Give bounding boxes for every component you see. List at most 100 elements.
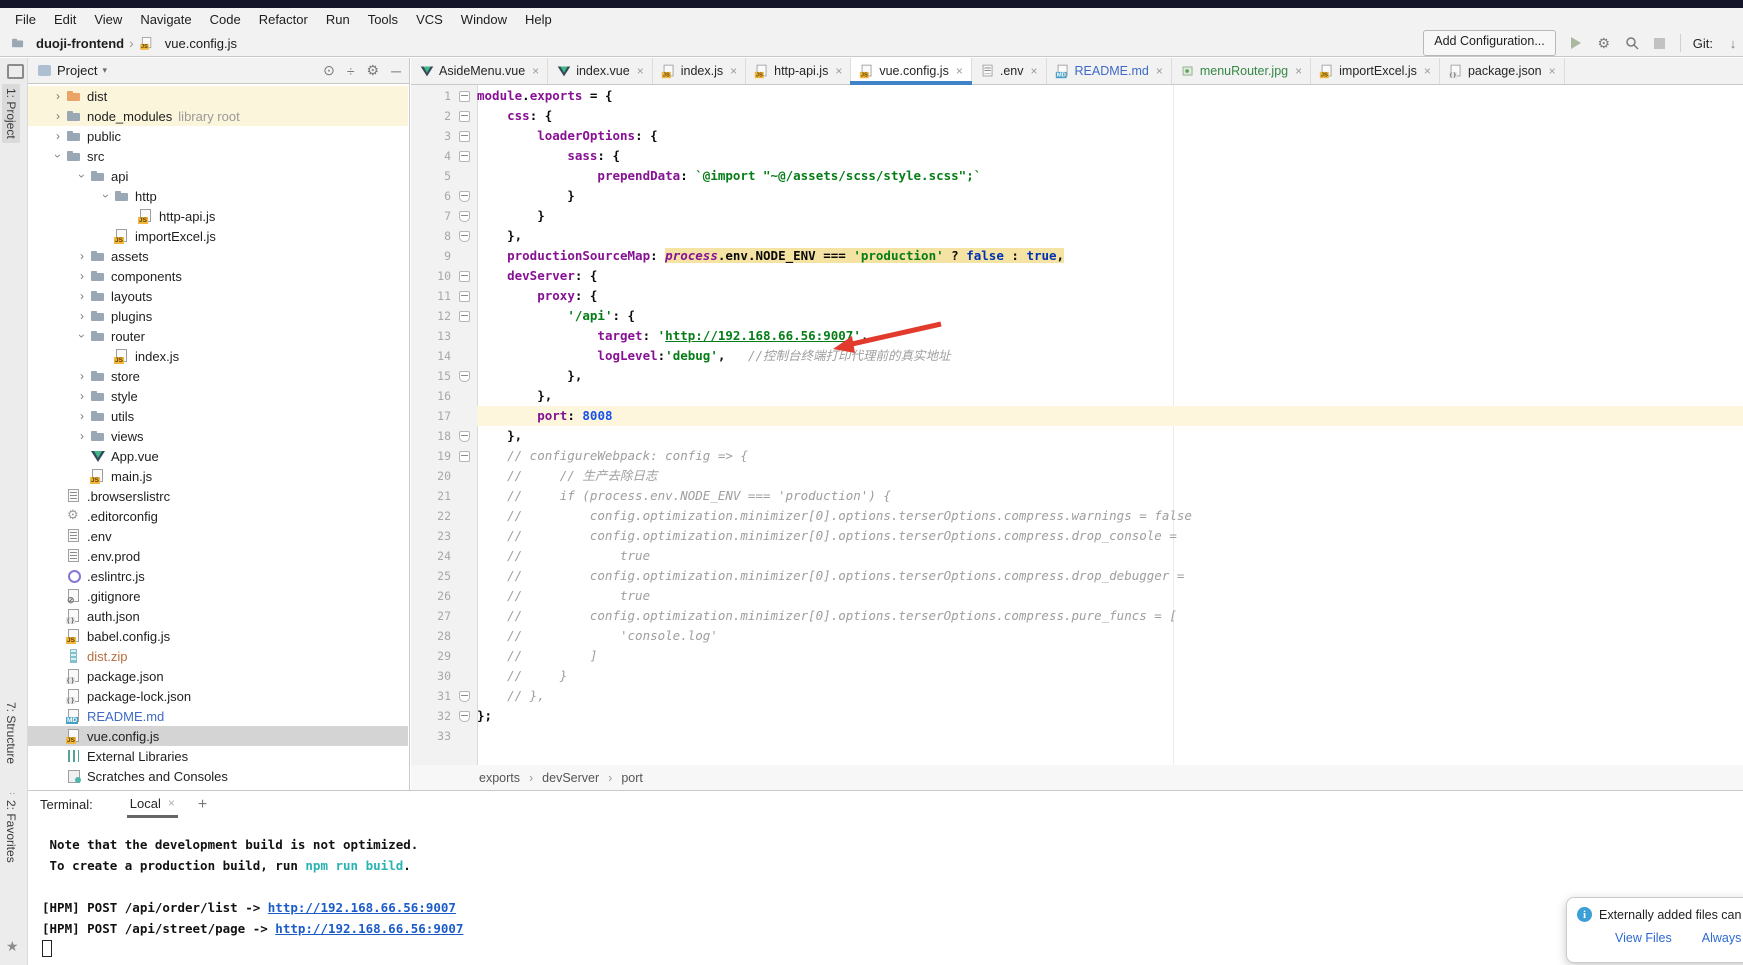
star-icon[interactable]: ★	[6, 938, 19, 955]
close-icon[interactable]: ×	[730, 64, 737, 78]
tab-index-js[interactable]: index.js×	[653, 58, 746, 84]
tree-item-assets[interactable]: ›assets	[28, 246, 408, 266]
close-icon[interactable]: ×	[1156, 64, 1163, 78]
fold-marker[interactable]	[451, 106, 477, 126]
code-line[interactable]: 19 // configureWebpack: config => {	[411, 446, 1743, 466]
code-line[interactable]: 16 },	[411, 386, 1743, 406]
code-line[interactable]: 26 // true	[411, 586, 1743, 606]
tree-item--env[interactable]: .env	[28, 526, 408, 546]
stripe-project-button[interactable]: 1: Project	[2, 84, 20, 143]
tree-item-importexcel-js[interactable]: importExcel.js	[28, 226, 408, 246]
tree-item-readme-md[interactable]: README.md	[28, 706, 408, 726]
fold-marker[interactable]	[451, 306, 477, 326]
menu-item-edit[interactable]: Edit	[45, 10, 85, 29]
tree-item-package-json[interactable]: package.json	[28, 666, 408, 686]
code-line[interactable]: 28 // 'console.log'	[411, 626, 1743, 646]
project-panel-title[interactable]: Project	[57, 63, 97, 78]
menu-item-tools[interactable]: Tools	[359, 10, 407, 29]
breadcrumb-project[interactable]: duoji-frontend	[36, 36, 124, 51]
chevron-right-icon[interactable]: ›	[74, 310, 90, 322]
tree-item-index-js[interactable]: index.js	[28, 346, 408, 366]
terminal-title[interactable]: Terminal:	[40, 797, 93, 812]
code-line[interactable]: 15 },	[411, 366, 1743, 386]
close-icon[interactable]: ×	[1030, 64, 1037, 78]
tree-item-vue-config-js[interactable]: vue.config.js	[28, 726, 408, 746]
collapse-all-icon[interactable]: ÷	[347, 63, 355, 79]
tree-item-http[interactable]: ›http	[28, 186, 408, 206]
code-line[interactable]: 7 }	[411, 206, 1743, 226]
tree-item-utils[interactable]: ›utils	[28, 406, 408, 426]
locate-file-icon[interactable]: ⊙	[323, 62, 335, 79]
code-line[interactable]: 10 devServer: {	[411, 266, 1743, 286]
breadcrumb-port[interactable]: port	[621, 771, 643, 785]
chevron-right-icon[interactable]: ›	[50, 90, 66, 102]
tree-item--eslintrc-js[interactable]: .eslintrc.js	[28, 566, 408, 586]
code-line[interactable]: 22 // config.optimization.minimizer[0].o…	[411, 506, 1743, 526]
terminal-url-link[interactable]: http://192.168.66.56:9007	[275, 921, 463, 936]
fold-marker[interactable]	[451, 206, 477, 226]
always-add-link[interactable]: Always Add	[1702, 931, 1743, 945]
fold-marker[interactable]	[451, 86, 477, 106]
tree-item-api[interactable]: ›api	[28, 166, 408, 186]
close-icon[interactable]: ×	[835, 64, 842, 78]
fold-marker[interactable]	[451, 706, 477, 726]
chevron-right-icon[interactable]: ›	[50, 110, 66, 122]
tree-item-components[interactable]: ›components	[28, 266, 408, 286]
tree-item-dist-zip[interactable]: dist.zip	[28, 646, 408, 666]
code-line[interactable]: 17 port: 8008	[411, 406, 1743, 426]
tree-item-src[interactable]: ›src	[28, 146, 408, 166]
git-label[interactable]: Git:	[1693, 36, 1713, 51]
tree-item-scratches-and-consoles[interactable]: Scratches and Consoles	[28, 766, 408, 786]
fold-marker[interactable]	[451, 426, 477, 446]
tree-item-external-libraries[interactable]: External Libraries	[28, 746, 408, 766]
editor-body[interactable]: 1module.exports = {2 css: {3 loaderOptio…	[411, 85, 1743, 765]
view-files-link[interactable]: View Files	[1615, 931, 1672, 945]
tree-item-main-js[interactable]: main.js	[28, 466, 408, 486]
code-line[interactable]: 30 // }	[411, 666, 1743, 686]
code-line[interactable]: 5 prependData: `@import "~@/assets/scss/…	[411, 166, 1743, 186]
chevron-right-icon[interactable]: ›	[100, 188, 112, 204]
chevron-down-icon[interactable]: ▾	[102, 65, 107, 76]
code-line[interactable]: 27 // config.optimization.minimizer[0].o…	[411, 606, 1743, 626]
tree-item--gitignore[interactable]: .gitignore	[28, 586, 408, 606]
add-configuration-button[interactable]: Add Configuration...	[1423, 30, 1556, 56]
tree-item--browserslistrc[interactable]: .browserslistrc	[28, 486, 408, 506]
chevron-right-icon[interactable]: ›	[74, 250, 90, 262]
terminal-tab-local[interactable]: Local ×	[127, 791, 178, 818]
fold-marker[interactable]	[451, 266, 477, 286]
menu-item-navigate[interactable]: Navigate	[131, 10, 200, 29]
fold-marker[interactable]	[451, 226, 477, 246]
tree-item--env-prod[interactable]: .env.prod	[28, 546, 408, 566]
chevron-right-icon[interactable]: ›	[50, 130, 66, 142]
close-icon[interactable]: ×	[637, 64, 644, 78]
tab-package-json[interactable]: package.json×	[1440, 58, 1565, 84]
fold-marker[interactable]	[451, 366, 477, 386]
tab-menurouter-jpg[interactable]: menuRouter.jpg×	[1172, 58, 1311, 84]
tree-item-app-vue[interactable]: App.vue	[28, 446, 408, 466]
code-line[interactable]: 20 // // 生产去除日志	[411, 466, 1743, 486]
fold-marker[interactable]	[451, 126, 477, 146]
gear-icon[interactable]: ⚙	[367, 62, 380, 79]
tree-item-package-lock-json[interactable]: package-lock.json	[28, 686, 408, 706]
tree-item-views[interactable]: ›views	[28, 426, 408, 446]
code-line[interactable]: 6 }	[411, 186, 1743, 206]
close-icon[interactable]: ×	[532, 64, 539, 78]
stop-icon[interactable]	[1652, 35, 1668, 51]
breadcrumb-file[interactable]: vue.config.js	[165, 36, 237, 51]
chevron-right-icon[interactable]: ›	[76, 168, 88, 184]
menu-item-file[interactable]: File	[6, 10, 45, 29]
tree-item-style[interactable]: ›style	[28, 386, 408, 406]
fold-marker[interactable]	[451, 686, 477, 706]
fold-marker[interactable]	[451, 186, 477, 206]
close-icon[interactable]: ×	[168, 796, 175, 810]
code-line[interactable]: 2 css: {	[411, 106, 1743, 126]
hide-panel-icon[interactable]: ─	[391, 63, 401, 79]
code-line[interactable]: 8 },	[411, 226, 1743, 246]
menu-item-vcs[interactable]: VCS	[407, 10, 452, 29]
tree-item--editorconfig[interactable]: .editorconfig	[28, 506, 408, 526]
tree-item-auth-json[interactable]: auth.json	[28, 606, 408, 626]
chevron-right-icon[interactable]: ›	[74, 270, 90, 282]
code-line[interactable]: 11 proxy: {	[411, 286, 1743, 306]
close-icon[interactable]: ×	[956, 64, 963, 78]
git-update-icon[interactable]: ↓	[1725, 35, 1741, 51]
